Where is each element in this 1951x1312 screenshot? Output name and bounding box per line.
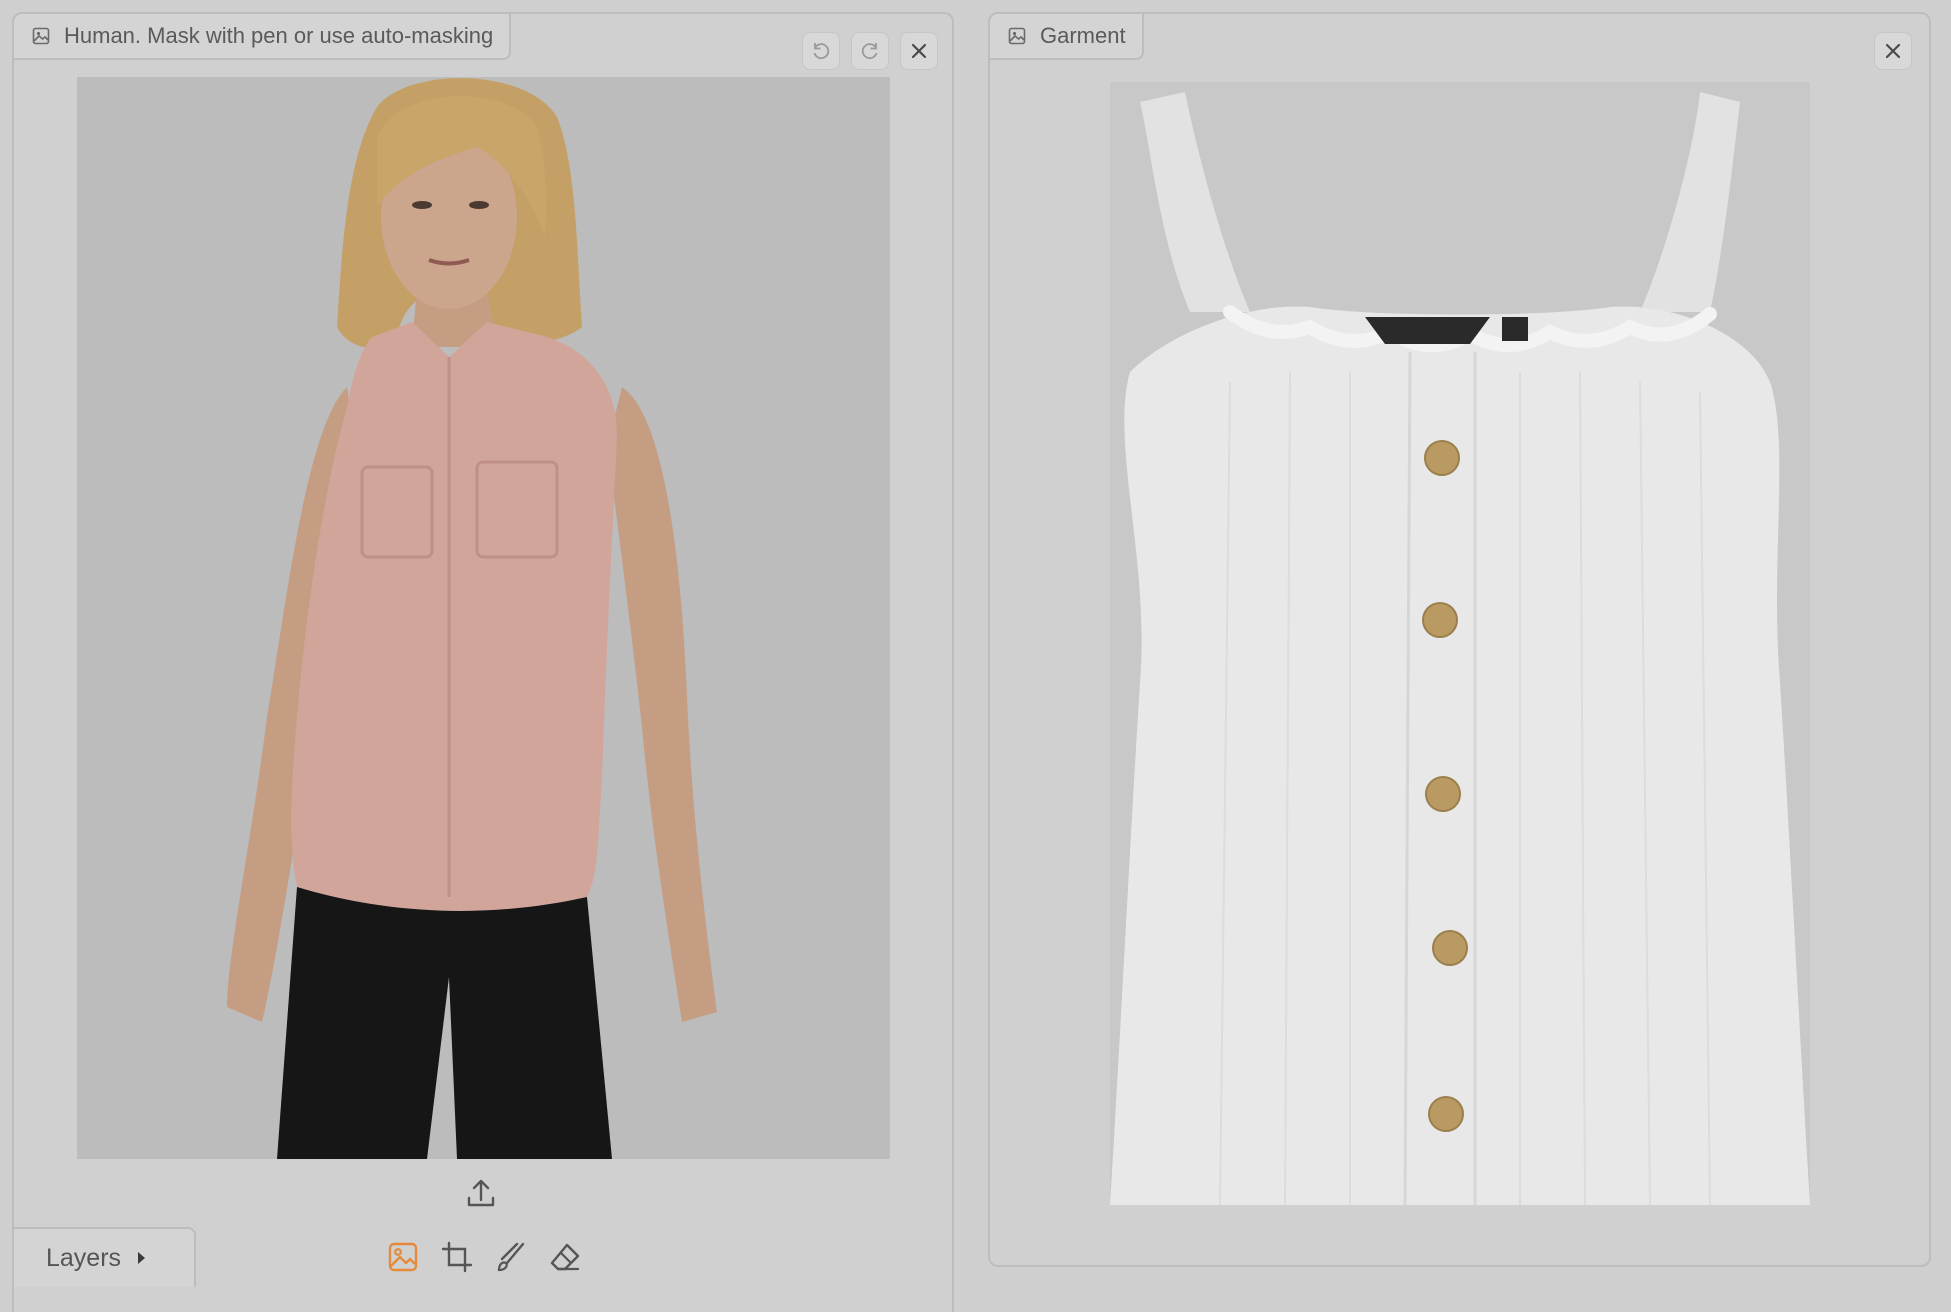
redo-icon xyxy=(859,40,881,62)
garment-photo-graphic xyxy=(1110,82,1810,1205)
crop-tool-button[interactable] xyxy=(440,1241,474,1278)
human-panel-label-text: Human. Mask with pen or use auto-masking xyxy=(64,23,494,48)
human-image-panel: Human. Mask with pen or use auto-masking xyxy=(12,12,954,1312)
upload-button[interactable] xyxy=(464,1176,498,1215)
image-tool-button[interactable] xyxy=(386,1242,420,1276)
image-icon xyxy=(1008,27,1026,45)
image-icon xyxy=(32,27,50,45)
close-icon xyxy=(909,41,929,61)
image-icon xyxy=(387,1241,419,1278)
redo-button[interactable] xyxy=(851,32,889,70)
close-icon xyxy=(1883,41,1903,61)
mask-toolbar xyxy=(386,1241,582,1278)
garment-image-panel: Garment xyxy=(988,12,1931,1267)
brush-tool-button[interactable] xyxy=(494,1242,528,1276)
garment-panel-label: Garment xyxy=(990,14,1144,60)
crop-icon xyxy=(441,1241,473,1278)
human-photo-canvas[interactable] xyxy=(77,77,890,1159)
undo-icon xyxy=(810,40,832,62)
layers-toggle[interactable]: Layers xyxy=(14,1227,196,1287)
garment-photo[interactable] xyxy=(1110,82,1810,1205)
caret-right-icon xyxy=(135,1244,147,1273)
upload-icon xyxy=(464,1179,498,1214)
eraser-icon xyxy=(549,1241,581,1278)
undo-button[interactable] xyxy=(802,32,840,70)
brush-icon xyxy=(495,1241,527,1278)
human-panel-label: Human. Mask with pen or use auto-masking xyxy=(14,14,512,60)
layers-label: Layers xyxy=(46,1243,122,1272)
eraser-tool-button[interactable] xyxy=(548,1242,582,1276)
human-photo xyxy=(77,77,890,1159)
human-close-button[interactable] xyxy=(900,32,938,70)
garment-panel-label-text: Garment xyxy=(1040,23,1126,48)
garment-close-button[interactable] xyxy=(1874,32,1912,70)
